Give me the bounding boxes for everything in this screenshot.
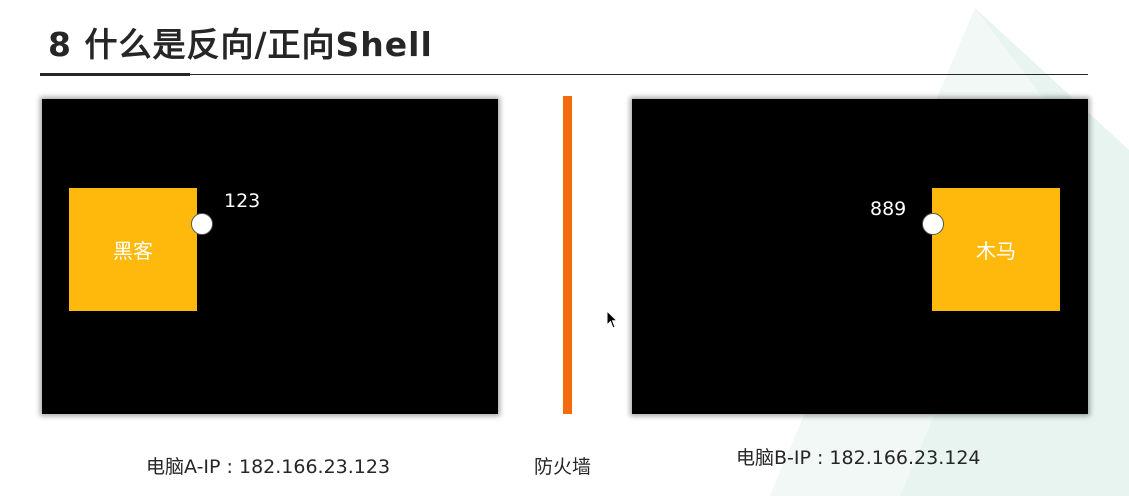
computer-b-screen: 木马 889 [632,99,1088,414]
port-b-circle [922,213,944,235]
hacker-box: 黑客 [69,188,197,311]
firewall-caption: 防火墙 [534,456,592,478]
firewall-bar [563,96,572,414]
port-a-circle [191,213,213,235]
mouse-pointer-icon [606,310,619,329]
hacker-box-label: 黑客 [113,239,153,263]
computer-b-caption: 电脑B-IP : 182.166.23.124 [736,447,981,469]
trojan-box: 木马 [932,188,1060,311]
computer-a-screen: 黑客 123 [42,99,498,414]
port-b-label: 889 [870,198,907,220]
title-underline-accent [40,73,190,76]
port-a-label: 123 [224,190,261,212]
title-underline [40,74,1088,75]
trojan-box-label: 木马 [976,239,1016,263]
computer-a-caption: 电脑A-IP : 182.166.23.123 [146,456,391,478]
slide-title: 8 什么是反向/正向Shell [48,25,433,64]
